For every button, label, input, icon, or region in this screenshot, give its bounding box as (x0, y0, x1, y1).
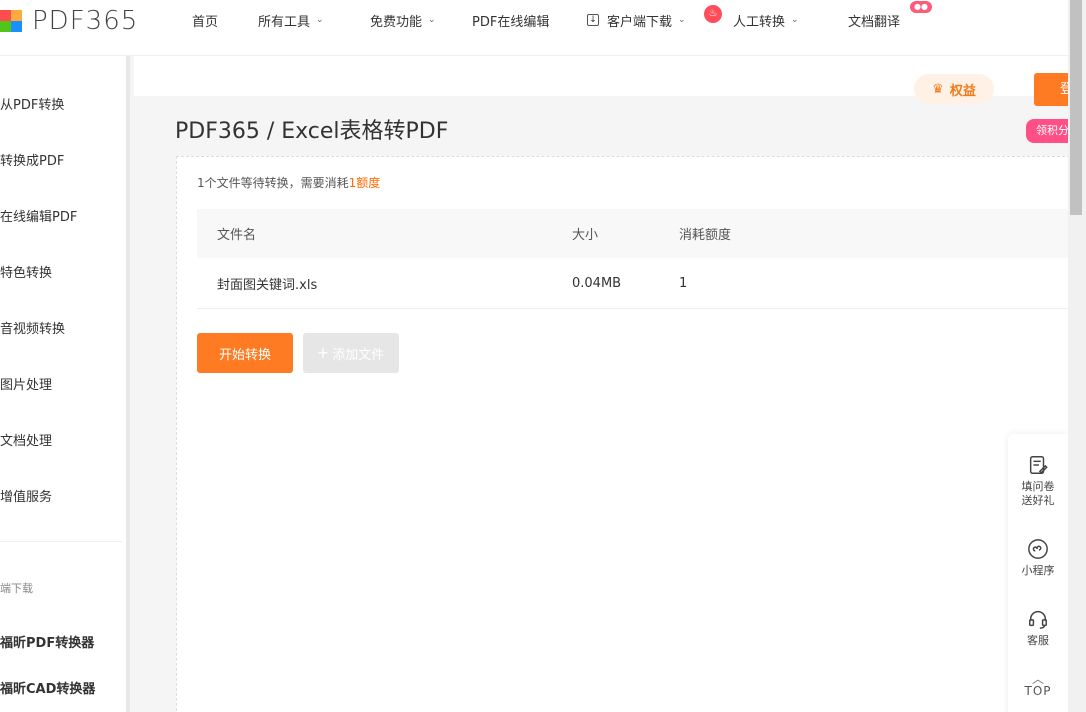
add-file-label: 添加文件 (332, 346, 385, 362)
floating-toolbar: 填问卷 送好礼 小程序 客服 ︿ TOP (1008, 434, 1068, 712)
survey-label-line1: 填问卷 (1021, 480, 1055, 493)
nav-item-client-download[interactable]: ↓ 客户端下载 ⌄ (587, 11, 686, 30)
logo[interactable]: PDF365 (0, 6, 138, 36)
fire-icon: ♨ (704, 4, 722, 23)
miniprogram-button[interactable]: 小程序 (1008, 538, 1068, 578)
column-header-cost: 消耗额度 (679, 228, 732, 243)
sidebar-download-cad-converter[interactable]: 福昕CAD转换器 (0, 678, 95, 697)
back-to-top-button[interactable]: ︿ TOP (1008, 672, 1068, 698)
chevron-up-icon: ︿ (1031, 672, 1044, 686)
nav-item-home[interactable]: 首页 (192, 11, 218, 30)
column-header-filename: 文件名 (217, 228, 257, 243)
page-scrollbar[interactable] (1068, 0, 1086, 712)
sidebar-item-from-pdf[interactable]: 从PDF转换 (0, 94, 64, 113)
logo-icon (0, 10, 22, 32)
sidebar-item-image[interactable]: 图片处理 (0, 374, 52, 393)
sidebar-item-online-edit[interactable]: 在线编辑PDF (0, 206, 77, 225)
survey-icon (1029, 456, 1048, 474)
nav-item-manual-conversion[interactable]: ♨ 人工转换 ⌄ (704, 4, 799, 30)
download-icon: ↓ (587, 14, 599, 26)
sidebar-item-audio-video[interactable]: 音视频转换 (0, 318, 65, 337)
survey-button[interactable]: 填问卷 送好礼 (1008, 454, 1068, 508)
nav-item-free-features[interactable]: 免费功能 ⌄ (370, 11, 436, 30)
miniprogram-icon (1028, 539, 1048, 559)
sidebar-download-heading: 端下载 (0, 582, 33, 595)
chevron-down-icon: ⌄ (791, 15, 799, 25)
plus-icon: + (317, 343, 329, 363)
nav-item-label: 首页 (192, 14, 219, 30)
customer-service-button[interactable]: 客服 (1008, 608, 1068, 648)
top-nav-bar: PDF365 首页 所有工具 ⌄ 免费功能 ⌄ PDF在线编辑 ↓ 客户端下载 … (0, 0, 1086, 56)
sidebar-download-pdf-converter[interactable]: 福昕PDF转换器 (0, 632, 94, 651)
page-title: PDF365 / Excel表格转PDF (175, 119, 449, 144)
table-row: 封面图关键词.xls 0.04MB 1 (197, 258, 1071, 309)
miniprogram-label: 小程序 (1021, 564, 1055, 577)
sidebar: 从PDF转换 转换成PDF 在线编辑PDF 特色转换 音视频转换 图片处理 文档… (0, 56, 130, 712)
file-size: 0.04MB (572, 275, 622, 291)
new-badge-icon: ●● (910, 0, 933, 13)
start-conversion-button[interactable]: 开始转换 (197, 333, 293, 373)
headset-icon (1029, 611, 1047, 629)
file-table-header: 文件名 大小 消耗额度 (197, 209, 1071, 258)
nav-item-label: 文档翻译 (848, 14, 901, 30)
chevron-down-icon: ⌄ (678, 15, 686, 25)
nav-item-doc-translate[interactable]: 文档翻译 ●● (848, 0, 933, 30)
sidebar-item-value-added[interactable]: 增值服务 (0, 486, 52, 505)
conversion-panel: 1个文件等待转换，需要消耗1额度 文件名 大小 消耗额度 封面图关键词.xls … (176, 156, 1071, 712)
file-cost: 1 (679, 275, 688, 291)
chevron-down-icon: ⌄ (428, 15, 436, 25)
nav-item-all-tools[interactable]: 所有工具 ⌄ (258, 11, 324, 30)
nav-item-label: 客户端下载 (607, 14, 673, 30)
add-file-button[interactable]: + 添加文件 (303, 333, 399, 373)
sidebar-item-document[interactable]: 文档处理 (0, 430, 52, 449)
nav-item-label: 所有工具 (258, 14, 311, 30)
logo-text: PDF365 (32, 6, 139, 36)
sidebar-divider (0, 541, 122, 542)
column-header-size: 大小 (572, 228, 599, 243)
sidebar-item-to-pdf[interactable]: 转换成PDF (0, 150, 64, 169)
notice-cost-highlight: 1额度 (348, 176, 381, 190)
conversion-notice: 1个文件等待转换，需要消耗1额度 (197, 174, 380, 191)
nav-item-label: 免费功能 (370, 14, 423, 30)
nav-item-label: 人工转换 (733, 14, 786, 30)
nav-item-pdf-online-edit[interactable]: PDF在线编辑 (472, 11, 549, 30)
survey-label-line2: 送好礼 (1021, 494, 1055, 507)
sidebar-item-special[interactable]: 特色转换 (0, 262, 52, 281)
equity-label: 权益 (949, 83, 976, 99)
back-to-top-label: TOP (1024, 684, 1052, 698)
crown-icon: ♛ (932, 81, 944, 97)
customer-service-label: 客服 (1027, 634, 1049, 647)
scrollbar-thumb[interactable] (1070, 0, 1082, 215)
nav-item-label: PDF在线编辑 (472, 14, 550, 30)
equity-button[interactable]: ♛ 权益 (914, 74, 994, 104)
file-name: 封面图关键词.xls (217, 277, 318, 293)
chevron-down-icon: ⌄ (316, 15, 324, 25)
notice-text: 1个文件等待转换，需要消耗 (197, 176, 349, 190)
